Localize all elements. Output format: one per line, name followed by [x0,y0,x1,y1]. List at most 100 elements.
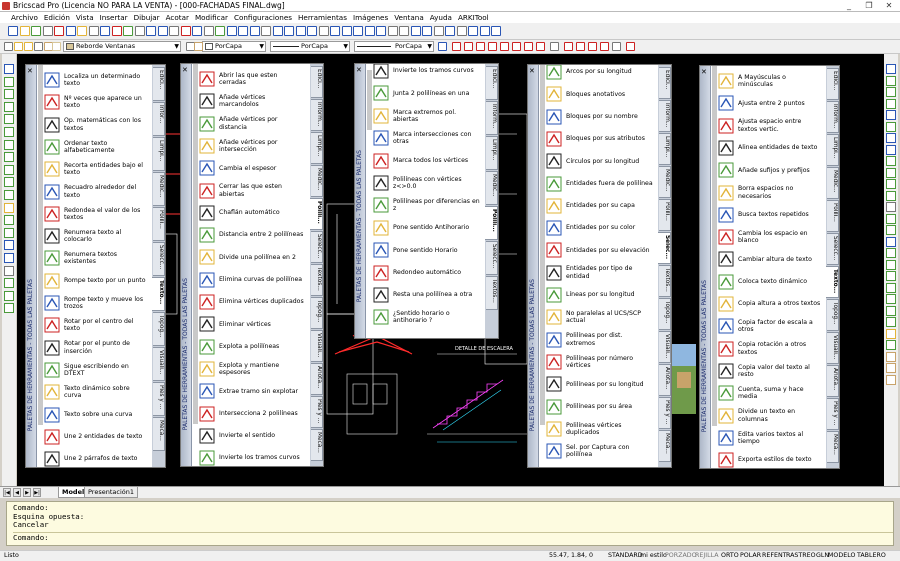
palette-tab[interactable]: Medic... [486,171,498,205]
palette-tab[interactable]: Edici... [153,67,165,101]
palette-close-icon[interactable]: ✕ [182,66,188,74]
palette-tool-item[interactable]: Explota a polilíneas [199,336,305,358]
palette-tool-item[interactable]: Copia valor del texto al resto [718,360,821,382]
palette-tool-item[interactable]: Ordenar texto alfabeticamente [44,136,147,158]
toolbar-tool-icon[interactable] [284,26,294,36]
palette-tool-item[interactable]: Borra espacios no necesarios [718,182,821,204]
palette-tool-item[interactable]: ¿Sentido horario o antihorario ? [373,306,480,328]
palette-tool-item[interactable]: Extrae tramo sin explotar [199,380,305,402]
palette-tool-item[interactable]: Cuenta, suma y hace media [718,382,821,404]
menu-12[interactable]: ARKITool [458,13,489,22]
palette-tool-item[interactable]: Marca intersecciones con otras [373,127,480,149]
palette-tab[interactable]: Pies y ... [153,382,165,416]
toolbar-tool-icon[interactable] [422,26,432,36]
palette-tool-item[interactable]: Bloques por sus atributos [546,128,653,150]
menu-0[interactable]: Archivo [11,13,38,22]
menu-7[interactable]: Configuraciones [234,13,292,22]
last-layout-icon[interactable]: ▶| [33,488,41,497]
modify-tool-icon[interactable] [886,305,896,316]
palette-tab[interactable]: Visuali... [311,330,323,362]
draw-tool-icon[interactable] [4,101,14,112]
draw-tool-icon[interactable] [4,202,14,213]
snap-tool-icon[interactable] [476,42,485,51]
status-toggle[interactable]: POLAR [740,551,761,561]
palette-tool-item[interactable]: Círculos por su longitud [546,150,653,172]
palette-header[interactable]: ✕ PALETAS DE HERRAMIENTAS - TODAS LAS PAL… [26,65,37,467]
status-toggle[interactable]: ORTO [721,551,739,561]
draw-tool-icon[interactable] [4,139,14,150]
palette-tab[interactable]: Edici... [659,67,671,99]
toolbar-tool-icon[interactable] [376,26,386,36]
palette-tab[interactable]: Anota... [659,364,671,396]
palette-tab[interactable]: Limpi... [659,133,671,165]
palette-tool-item[interactable]: Invierte el sentido [199,425,305,447]
draw-tool-icon[interactable] [4,89,14,100]
menu-10[interactable]: Ventana [394,13,424,22]
palette-tab[interactable]: Textos... [486,276,498,310]
toolbar-tool-icon[interactable] [134,26,145,36]
palette-tab[interactable]: Selecc... [827,233,839,265]
palette-tab[interactable]: Selecc... [486,241,498,275]
toolbar-tool-icon[interactable] [31,26,41,36]
modify-tool-icon[interactable] [886,179,896,189]
next-layout-icon[interactable]: ▶ [23,488,31,497]
palette-tool-item[interactable]: Copia factor de escala a otros [718,315,821,337]
toolbar-tool-icon[interactable] [65,26,76,36]
toolbar-tool-icon[interactable] [215,26,225,36]
palette-tool-item[interactable]: Une 2 párrafos de texto [44,448,147,467]
status-toggle[interactable]: PORZADO [665,551,697,561]
maximize-button[interactable]: ❐ [859,0,879,12]
palette-tab[interactable]: Limpi... [486,136,498,170]
toolbar-tool-icon[interactable] [100,26,110,36]
draw-tool-icon[interactable] [4,64,14,74]
draw-tool-icon[interactable] [4,253,14,263]
palette-tab[interactable]: Mecá... [311,429,323,461]
palette-tool-item[interactable]: Rompe texto por un punto [44,270,147,292]
modify-tool-icon[interactable] [886,64,896,74]
palette-tool-item[interactable]: Edita varios textos al tiempo [718,427,821,449]
palette-close-icon[interactable]: ✕ [701,68,707,76]
status-toggle[interactable]: REJILLA [695,551,719,561]
palette-tool-item[interactable]: Entidades por su color [546,217,653,239]
toolbar-tool-icon[interactable] [479,26,490,36]
palette-tool-item[interactable]: Alinea entidades de texto [718,137,821,159]
palette-tool-item[interactable]: Bloques anotativos [546,83,653,105]
modify-tool-icon[interactable] [886,167,896,178]
modify-tool-icon[interactable] [886,363,896,373]
draw-tool-icon[interactable] [4,190,14,200]
toolbar-tool-icon[interactable] [123,26,133,36]
modify-tool-icon[interactable] [886,121,896,132]
modify-tool-icon[interactable] [886,144,896,155]
toolbar-tool-icon[interactable] [341,26,352,36]
text-style[interactable]: STANDARD [608,551,643,561]
menu-9[interactable]: Imágenes [353,13,388,22]
palette-tab[interactable]: Limpi... [311,132,323,164]
palette-tab[interactable]: Pies y ... [659,397,671,429]
menu-8[interactable]: Herramientas [298,13,347,22]
palette-tab[interactable]: Visuali... [153,347,165,381]
palette-tool-item[interactable]: Ajusta entre 2 puntos [718,92,821,114]
palette-tool-item[interactable]: Cambia el espesor [199,157,305,179]
toolbar-tool-icon[interactable] [445,26,455,36]
palette-tool-item[interactable]: Renumera texto al colocarlo [44,225,147,247]
palette-scrollbar[interactable] [712,66,717,426]
palette-tab[interactable]: Polilí... [827,200,839,232]
palette-tool-item[interactable]: Sel. por Captura con polilínea [546,440,653,462]
draw-tool-icon[interactable] [4,127,14,137]
modify-tool-icon[interactable] [886,294,896,304]
snap-tool-icon[interactable] [524,42,533,51]
modify-tool-icon[interactable] [886,351,896,362]
status-toggle[interactable]: RASTREO [786,551,816,561]
palette-tab[interactable]: Edici... [311,66,323,98]
palette-tool-item[interactable]: Sigue escribiendo en DTEXT [44,359,147,381]
palette-scrollbar[interactable] [367,70,372,130]
palette-tab[interactable]: Polilí... [659,199,671,231]
palette-tool-item[interactable]: Junta 2 polilíneas en una [373,82,480,104]
palette-tab[interactable]: Mecá... [659,430,671,462]
prev-layout-icon[interactable]: ◀ [13,488,21,497]
palette-tab[interactable]: Visuali... [827,332,839,364]
palette-tab[interactable]: Inform... [311,99,323,131]
snap-tool-icon[interactable] [438,42,447,51]
status-toggle[interactable]: MODELO [828,551,855,561]
palette-tab[interactable]: Polilí... [485,206,498,240]
